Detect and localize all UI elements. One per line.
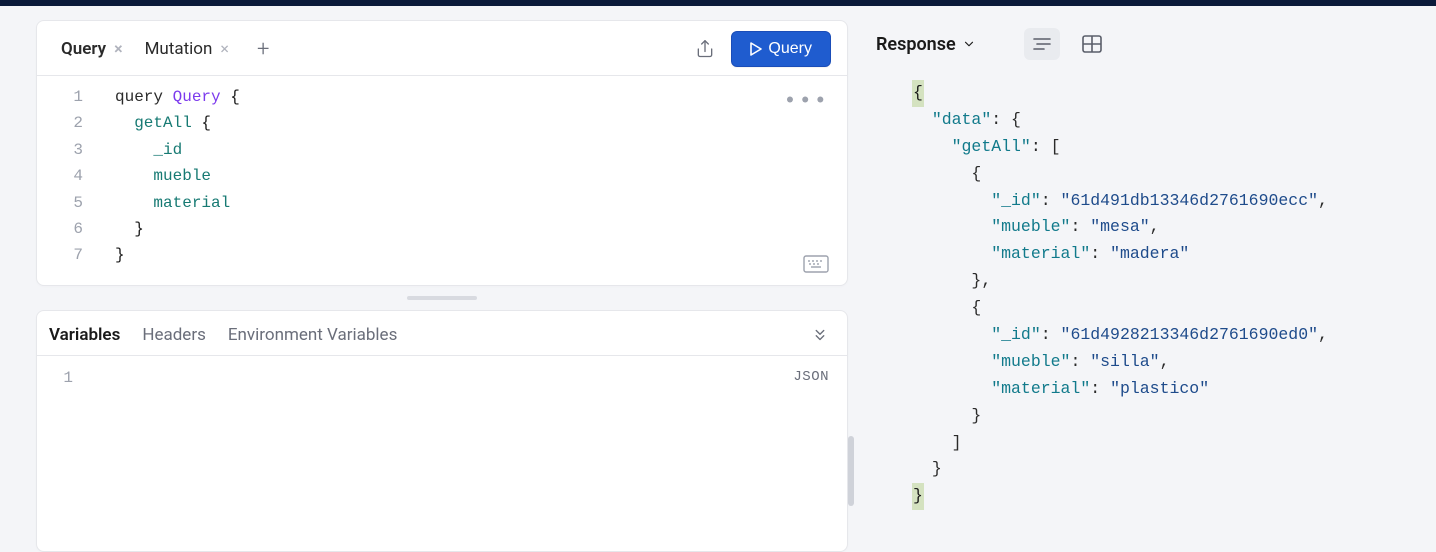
keyboard-icon[interactable]: [803, 255, 829, 273]
share-icon[interactable]: [685, 33, 725, 65]
tab-env-variables[interactable]: Environment Variables: [228, 325, 398, 345]
resize-handle[interactable]: [407, 296, 477, 300]
chevron-down-icon: [962, 37, 976, 51]
tab-query[interactable]: Query ×: [53, 35, 131, 63]
response-column: Response { "dat: [848, 6, 1436, 552]
close-icon[interactable]: ×: [114, 41, 123, 57]
tab-label: Query: [61, 39, 106, 59]
code-content[interactable]: query Query { getAll { _id mueble materi…: [115, 84, 847, 269]
more-icon[interactable]: •••: [783, 84, 829, 120]
variables-tabs: Variables Headers Environment Variables: [37, 311, 847, 356]
query-tabs-row: Query × Mutation × +: [37, 21, 847, 76]
line-gutter: 1 2 3 4 5 6 7: [37, 84, 115, 269]
tab-variables[interactable]: Variables: [49, 325, 120, 345]
run-query-button[interactable]: Query: [731, 31, 831, 67]
main-layout: Query × Mutation × +: [0, 6, 1436, 552]
left-column: Query × Mutation × +: [0, 6, 848, 552]
variables-panel: Variables Headers Environment Variables …: [36, 310, 848, 552]
query-editor[interactable]: ••• 1 2 3 4 5 6 7 query Query { getAll {…: [37, 76, 847, 285]
tab-label: Mutation: [145, 39, 213, 59]
play-icon: [750, 42, 762, 56]
scrollbar[interactable]: [848, 436, 854, 506]
view-formatted-button[interactable]: [1024, 28, 1060, 60]
tab-headers[interactable]: Headers: [142, 325, 206, 345]
response-header: Response: [876, 22, 1436, 80]
response-title: Response: [876, 34, 956, 55]
collapse-icon[interactable]: [811, 326, 829, 344]
response-body[interactable]: { "data": { "getAll": [ { "_id": "61d491…: [876, 80, 1436, 510]
add-tab-button[interactable]: +: [249, 37, 277, 62]
variables-editor[interactable]: 1 JSON: [37, 356, 847, 402]
run-button-label: Query: [768, 40, 812, 58]
view-table-button[interactable]: [1074, 28, 1110, 60]
response-dropdown[interactable]: Response: [876, 34, 976, 55]
close-icon[interactable]: ×: [220, 41, 229, 57]
tab-mutation[interactable]: Mutation ×: [137, 35, 237, 63]
format-badge[interactable]: JSON: [793, 366, 829, 388]
query-panel: Query × Mutation × +: [36, 20, 848, 286]
vars-gutter: 1: [37, 366, 103, 392]
